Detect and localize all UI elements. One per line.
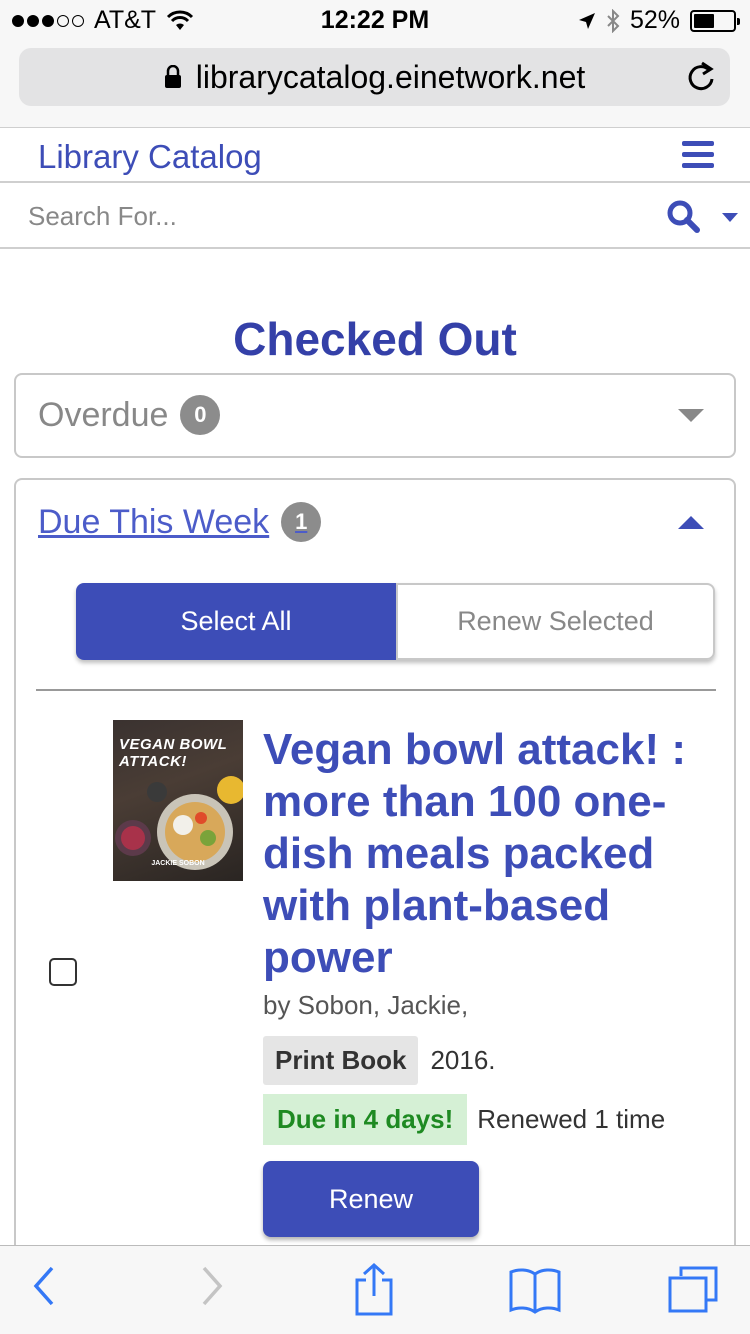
tabs-icon[interactable] — [667, 1264, 719, 1314]
search-bar — [0, 184, 750, 249]
publication-year: 2016. — [430, 1045, 496, 1075]
cover-title: VEGAN BOWL ATTACK! — [119, 736, 228, 770]
status-bar: AT&T 12:22 PM 52% — [0, 0, 750, 40]
item-checkbox[interactable] — [49, 958, 77, 986]
action-button-group: Select All Renew Selected — [76, 583, 715, 660]
chevron-down-icon[interactable] — [678, 409, 704, 422]
url-text: librarycatalog.einetwork.net — [195, 58, 586, 95]
renewed-count: Renewed 1 time — [477, 1104, 666, 1134]
book-cover-image[interactable]: VEGAN BOWL ATTACK! JACKIE SOBON — [113, 720, 243, 881]
book-author: by Sobon, Jackie, — [263, 990, 469, 1020]
status-right: 52% — [578, 6, 740, 35]
format-badge: Print Book — [263, 1036, 419, 1085]
site-header: Library Catalog — [0, 128, 750, 183]
search-options-caret-icon[interactable] — [722, 213, 738, 222]
due-this-week-heading[interactable]: Due This Week 1 — [38, 502, 322, 542]
site-brand[interactable]: Library Catalog — [38, 138, 262, 176]
location-icon — [578, 12, 595, 29]
due-line: Due in 4 days! Renewed 1 time — [263, 1094, 665, 1145]
bookmarks-icon[interactable] — [508, 1266, 562, 1314]
page-title: Checked Out — [233, 313, 517, 365]
select-all-button[interactable]: Select All — [76, 583, 396, 660]
bluetooth-icon — [607, 8, 620, 33]
renew-button[interactable]: Renew — [263, 1161, 479, 1237]
format-line: Print Book 2016. — [263, 1036, 496, 1085]
due-this-week-link[interactable]: Due This Week — [38, 503, 269, 542]
divider — [36, 689, 716, 691]
due-this-week-panel: Due This Week 1 Select All Renew Selecte… — [14, 478, 736, 1278]
battery-percent: 52% — [629, 6, 680, 34]
share-icon[interactable] — [352, 1262, 396, 1316]
forward-icon[interactable] — [200, 1264, 224, 1308]
search-input[interactable] — [28, 196, 628, 236]
lock-icon — [164, 65, 181, 88]
overdue-panel[interactable]: Overdue 0 — [14, 373, 736, 458]
reload-icon[interactable] — [686, 60, 716, 92]
due-count-badge: 1 — [281, 502, 322, 542]
search-icon[interactable] — [666, 199, 700, 233]
overdue-count-badge: 0 — [180, 395, 221, 435]
book-title-link[interactable]: Vegan bowl attack! : more than 100 one-d… — [263, 724, 713, 984]
battery-icon — [690, 9, 740, 32]
address-bar[interactable]: librarycatalog.einetwork.net — [19, 48, 730, 106]
browser-toolbar — [0, 1245, 750, 1334]
hamburger-icon[interactable] — [682, 141, 714, 169]
overdue-heading[interactable]: Overdue 0 — [38, 395, 221, 435]
browser-url-area: librarycatalog.einetwork.net — [0, 40, 750, 128]
due-status-badge: Due in 4 days! — [263, 1094, 468, 1145]
renew-selected-button[interactable]: Renew Selected — [396, 583, 715, 660]
cover-author: JACKIE SOBON — [151, 860, 205, 867]
back-icon[interactable] — [32, 1264, 56, 1308]
chevron-up-icon[interactable] — [678, 516, 704, 529]
overdue-label: Overdue — [38, 395, 169, 434]
